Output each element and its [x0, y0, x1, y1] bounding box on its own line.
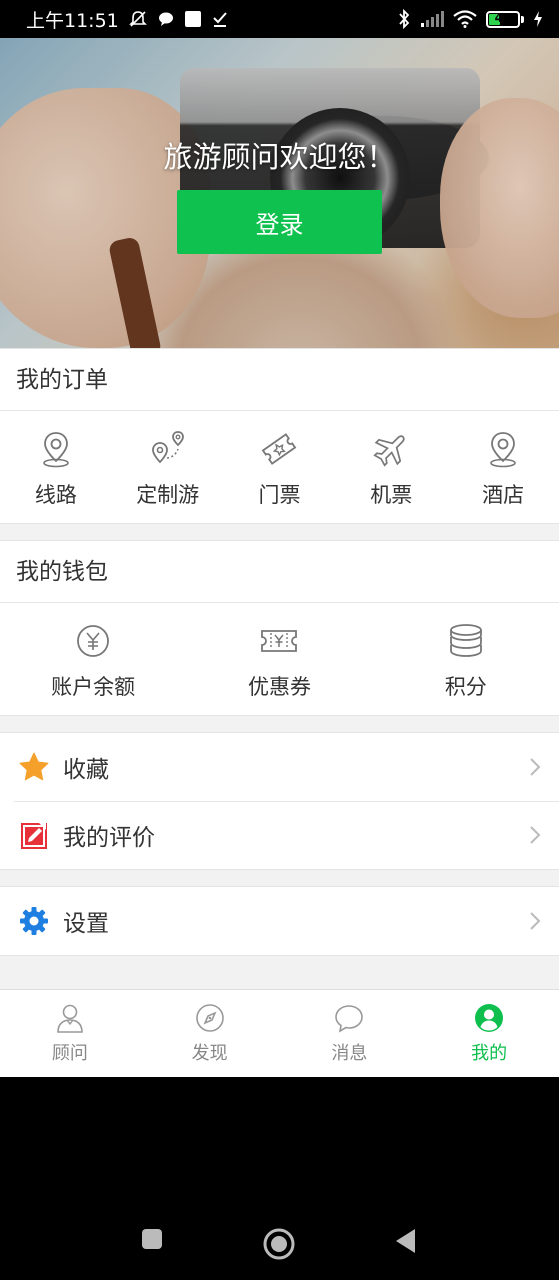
- wallet-row: 账户余额 优惠券 积分: [0, 603, 559, 715]
- square-nav-icon: [142, 1229, 162, 1249]
- person-icon: [57, 1004, 83, 1033]
- message-icon: [335, 1005, 364, 1033]
- order-item-ticket[interactable]: 门票: [224, 411, 336, 523]
- order-label-route: 线路: [34, 483, 77, 507]
- tab-label-discover: 发现: [191, 1043, 228, 1064]
- chevron-right-icon: [530, 758, 541, 776]
- chat-bubble-icon: [157, 10, 175, 28]
- favorites-label: 收藏: [63, 757, 109, 783]
- welcome-text: 旅游顾问欢迎您！: [163, 140, 396, 174]
- app-screen: 旅游顾问欢迎您！ 登录 我的订单 线路 定制游 门票 机票 酒店 我的钱包 账户…: [0, 38, 559, 1077]
- status-time: 上午11:51: [26, 9, 119, 32]
- status-left: 上午11:51: [26, 6, 229, 33]
- status-right: 41: [397, 9, 543, 29]
- yuan-coin-icon: [77, 625, 110, 657]
- hero-banner: 旅游顾问欢迎您！ 登录: [0, 38, 559, 348]
- wifi-icon: [453, 10, 477, 28]
- reviews-row[interactable]: 我的评价: [0, 801, 559, 869]
- order-label-hotel: 酒店: [482, 483, 525, 507]
- menu-section: 收藏 我的评价: [0, 732, 559, 870]
- square-icon: [184, 10, 202, 28]
- hotel-pin-icon: [490, 432, 516, 468]
- orders-section: 我的订单 线路 定制游 门票 机票 酒店: [0, 348, 559, 524]
- wallet-label-balance: 账户余额: [51, 675, 136, 699]
- location-pin-icon: [43, 432, 69, 468]
- wallet-title: 我的钱包: [0, 541, 559, 603]
- order-label-flight: 机票: [370, 483, 413, 507]
- settings-row[interactable]: 设置: [0, 887, 559, 955]
- star-icon: [18, 751, 50, 783]
- home-circle-icon: [263, 1228, 295, 1260]
- tab-label-mine: 我的: [471, 1043, 508, 1064]
- order-item-custom[interactable]: 定制游: [112, 411, 224, 523]
- tab-mine[interactable]: 我的: [419, 990, 559, 1077]
- chevron-right-icon: [530, 912, 541, 930]
- settings-section: 设置: [0, 886, 559, 956]
- wallet-section: 我的钱包 账户余额 优惠券 积分: [0, 540, 559, 716]
- gear-icon: [18, 905, 50, 937]
- back-triangle-icon: [396, 1229, 415, 1253]
- status-bar: 上午11:51 41: [0, 0, 559, 38]
- order-label-custom: 定制游: [136, 483, 200, 507]
- back-button[interactable]: [393, 1227, 419, 1255]
- plane-icon: [373, 435, 405, 467]
- login-button[interactable]: 登录: [177, 190, 382, 254]
- wallet-label-coupon: 优惠券: [247, 675, 311, 699]
- bottom-tab-bar: 顾问 发现 消息 我的: [0, 989, 559, 1077]
- ticket-icon: [262, 433, 297, 465]
- compass-icon: [195, 1004, 224, 1032]
- reviews-label: 我的评价: [63, 825, 155, 851]
- favorites-row[interactable]: 收藏: [0, 733, 559, 801]
- tab-advisor[interactable]: 顾问: [0, 990, 140, 1077]
- edit-review-icon: [18, 819, 50, 851]
- orders-row: 线路 定制游 门票 机票 酒店: [0, 411, 559, 523]
- tab-label-messages: 消息: [331, 1043, 368, 1064]
- orders-title: 我的订单: [0, 349, 559, 411]
- battery-level: 41: [494, 10, 512, 25]
- bluetooth-icon: [397, 9, 411, 29]
- check-download-icon: [211, 10, 229, 28]
- tab-discover[interactable]: 发现: [140, 990, 280, 1077]
- home-button[interactable]: [262, 1227, 296, 1261]
- battery-icon: 41: [486, 10, 524, 28]
- mute-bell-icon: [128, 9, 148, 29]
- coupon-icon: [261, 630, 298, 652]
- order-item-flight[interactable]: 机票: [335, 411, 447, 523]
- order-label-ticket: 门票: [258, 483, 301, 507]
- charging-icon: [533, 10, 543, 28]
- profile-icon: [475, 1004, 504, 1032]
- wallet-item-balance[interactable]: 账户余额: [0, 603, 186, 715]
- system-nav-bar: [0, 1077, 559, 1280]
- wallet-label-points: 积分: [444, 675, 487, 699]
- chevron-right-icon: [530, 826, 541, 844]
- coin-stack-icon: [449, 624, 482, 657]
- custom-route-icon: [151, 431, 184, 464]
- tab-messages[interactable]: 消息: [280, 990, 420, 1077]
- tab-label-advisor: 顾问: [51, 1043, 88, 1064]
- wallet-item-coupon[interactable]: 优惠券: [186, 603, 372, 715]
- signal-icon: [420, 11, 444, 27]
- recent-apps-button[interactable]: [140, 1227, 164, 1251]
- settings-label: 设置: [63, 911, 109, 937]
- wallet-item-points[interactable]: 积分: [373, 603, 559, 715]
- order-item-route[interactable]: 线路: [0, 411, 112, 523]
- order-item-hotel[interactable]: 酒店: [447, 411, 559, 523]
